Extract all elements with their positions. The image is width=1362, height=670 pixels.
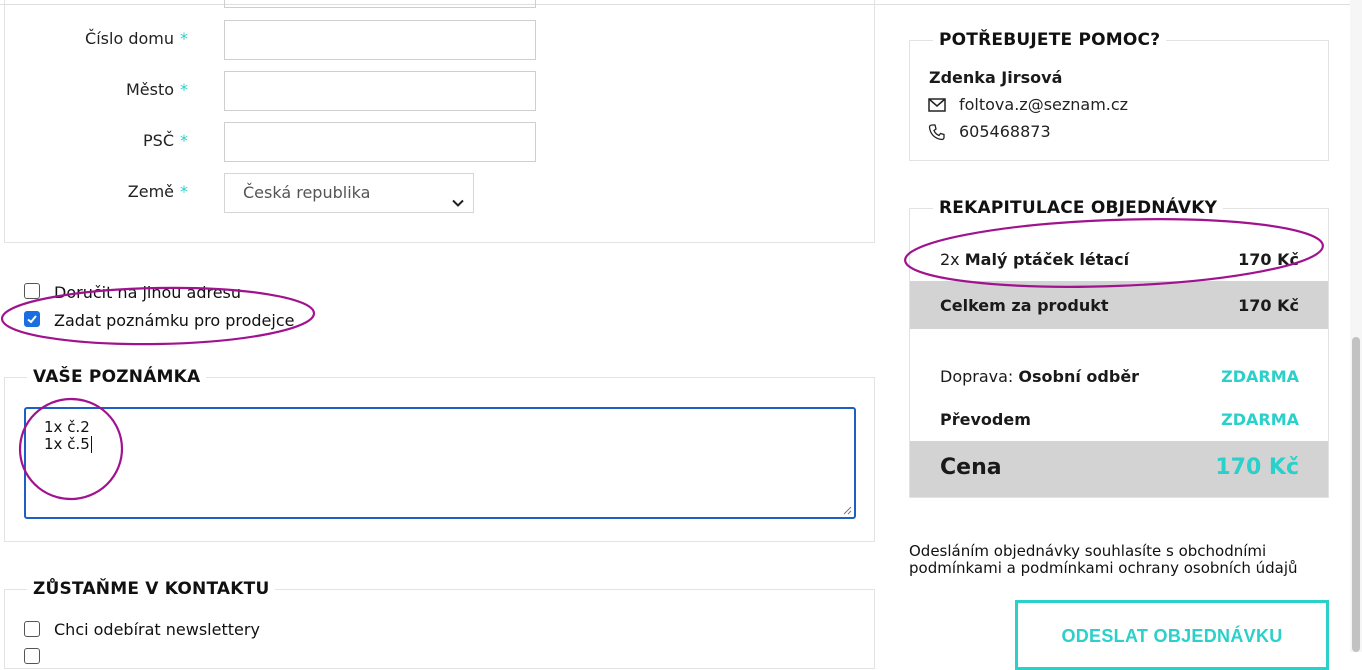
chevron-down-icon — [451, 186, 465, 224]
house-number-input[interactable] — [224, 20, 536, 60]
newsletter-label[interactable]: Chci odebírat newslettery — [54, 620, 260, 639]
product-total-label: Celkem za produkt — [940, 296, 1109, 315]
grand-total-label: Cena — [940, 455, 1002, 480]
country-label: Země * — [127, 182, 188, 201]
grand-total-value: 170 Kč — [1215, 455, 1299, 480]
city-input[interactable] — [224, 71, 536, 111]
shipping-method: Osobní odběr — [1018, 367, 1140, 386]
country-select[interactable]: Česká republika — [224, 173, 474, 213]
shipping-price: ZDARMA — [1221, 367, 1299, 386]
newsletter-checkbox[interactable] — [24, 621, 40, 637]
note-line: 1x č.5 — [44, 435, 90, 453]
help-heading: POTŘEBUJETE POMOC? — [933, 30, 1167, 50]
seller-note-checkbox[interactable] — [24, 311, 40, 327]
seller-note-label[interactable]: Zadat poznámku pro prodejce — [54, 311, 294, 330]
note-textarea[interactable]: 1x č.2 1x č.5 — [24, 407, 856, 519]
country-select-value: Česká republika — [243, 183, 371, 202]
note-line: 1x č.2 — [44, 418, 90, 436]
house-number-label: Číslo domu * — [85, 29, 188, 48]
item-name: Malý ptáček létací — [964, 250, 1130, 269]
shipping-row: Doprava: Osobní odběr — [940, 367, 1139, 386]
zip-label: PSČ * — [143, 131, 188, 150]
payment-price: ZDARMA — [1221, 410, 1299, 429]
recap-heading: REKAPITULACE OBJEDNÁVKY — [933, 198, 1224, 218]
product-total-value: 170 Kč — [1238, 296, 1299, 315]
second-contact-checkbox[interactable] — [24, 648, 40, 664]
text-caret — [91, 436, 92, 453]
zip-input[interactable] — [224, 122, 536, 162]
item-price: 170 Kč — [1238, 250, 1299, 269]
submit-order-button[interactable]: ODESLAT OBJEDNÁVKU — [1015, 600, 1329, 670]
grand-total-row: Cena 170 Kč — [910, 441, 1328, 497]
phone-icon — [928, 123, 946, 145]
other-address-label[interactable]: Doručit na jinou adresu — [54, 283, 241, 302]
note-heading: VAŠE POZNÁMKA — [27, 367, 207, 387]
resize-handle-icon[interactable] — [843, 506, 852, 515]
contact-email-link[interactable]: foltova.z@seznam.cz — [959, 95, 1128, 114]
other-address-checkbox[interactable] — [24, 283, 40, 299]
item-qty: 2x — [940, 250, 960, 269]
city-label: Město * — [125, 80, 188, 99]
shipping-label: Doprava: — [940, 367, 1014, 386]
checkmark-icon — [27, 315, 37, 324]
contact-heading: ZŮSTAŇME V KONTAKTU — [27, 579, 276, 599]
mail-icon — [928, 97, 946, 116]
product-total-row: Celkem za produkt 170 Kč — [910, 281, 1328, 329]
contact-name: Zdenka Jirsová — [929, 68, 1063, 87]
scrollbar-thumb[interactable] — [1352, 337, 1360, 652]
order-item-row: 2x Malý ptáček létací — [940, 250, 1129, 269]
contact-phone-link[interactable]: 605468873 — [959, 122, 1051, 141]
terms-text: Odesláním objednávky souhlasíte s obchod… — [909, 542, 1298, 577]
payment-label: Převodem — [940, 410, 1031, 429]
